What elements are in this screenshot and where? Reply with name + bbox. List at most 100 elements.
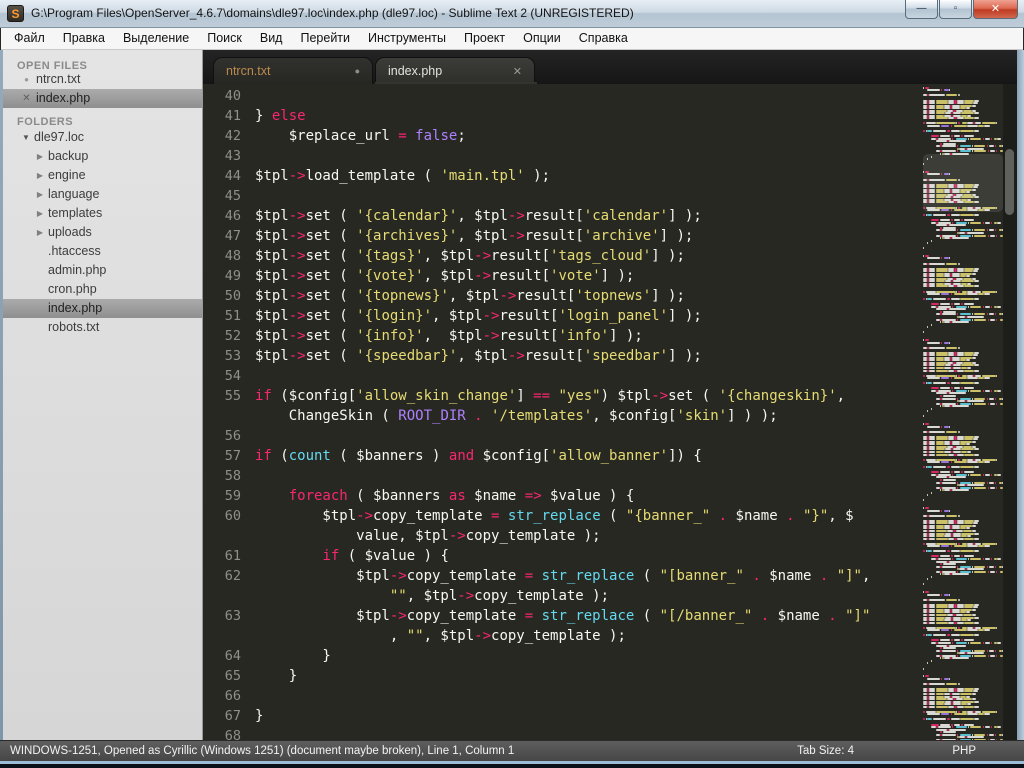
minimap-viewport[interactable]	[923, 154, 1003, 212]
code-row: 62 $tpl->copy_template = str_replace ( "…	[203, 566, 923, 586]
window-title: G:\Program Files\OpenServer_4.6.7\domain…	[31, 6, 634, 20]
tree-item-label: engine	[48, 168, 86, 182]
tree-item-label: templates	[48, 206, 103, 220]
line-number: 64	[224, 648, 241, 664]
open-file-item[interactable]: ● ntrcn.txt	[3, 70, 202, 89]
title-bar[interactable]: S G:\Program Files\OpenServer_4.6.7\doma…	[0, 0, 1024, 28]
syntax-indicator[interactable]: PHP	[952, 741, 976, 762]
code-row: 52 $tpl->set ( '{info}', $tpl->result['in…	[203, 326, 923, 346]
code-row: 59 foreach ( $banners as $name => $value…	[203, 486, 923, 506]
menu-item[interactable]: Перейти	[291, 28, 359, 49]
code-row: ChangeSkin ( ROOT_DIR . '/templates', $c…	[203, 406, 923, 426]
line-number: 51	[224, 308, 241, 324]
code-text: $tpl->set ( '{speedbar}', $tpl->result['…	[255, 348, 702, 364]
tree-item[interactable]: admin.php	[3, 261, 202, 280]
window-controls: — ▫ ✕	[904, 0, 1018, 19]
line-number: 41	[224, 108, 241, 124]
close-button[interactable]: ✕	[973, 0, 1018, 19]
menu-item[interactable]: Поиск	[198, 28, 251, 49]
tree-item[interactable]: ▶ templates	[3, 204, 202, 223]
chevron-right-icon[interactable]: ▶	[34, 166, 46, 185]
line-number: 45	[224, 188, 241, 204]
code-text: $tpl->set ( '{topnews}', $tpl->result['t…	[255, 288, 685, 304]
code-row: 49 $tpl->set ( '{vote}', $tpl->result['vo…	[203, 266, 923, 286]
line-number: 68	[224, 728, 241, 740]
line-number: 48	[224, 248, 241, 264]
chevron-down-icon[interactable]: ▼	[20, 128, 32, 147]
code-row: 45	[203, 186, 923, 206]
code-text: }	[255, 708, 264, 724]
code-row: value, $tpl->copy_template );	[203, 526, 923, 546]
line-number: 52	[224, 328, 241, 344]
line-number: 50	[224, 288, 241, 304]
menu-item[interactable]: Правка	[54, 28, 114, 49]
code-row: 66	[203, 686, 923, 706]
code-text: $tpl->load_template ( 'main.tpl' );	[255, 168, 551, 184]
tab-bar: ntrcn.txt ● index.php ✕	[203, 50, 1017, 84]
code-text: ChangeSkin ( ROOT_DIR . '/templates', $c…	[255, 408, 778, 424]
tree-item-label: cron.php	[48, 282, 97, 296]
chevron-right-icon[interactable]: ▶	[34, 204, 46, 223]
tab-index.php[interactable]: index.php ✕	[375, 57, 535, 84]
line-number	[203, 586, 241, 606]
code-text: , "", $tpl->copy_template );	[255, 628, 626, 644]
code-row: 48 $tpl->set ( '{tags}', $tpl->result['ta…	[203, 246, 923, 266]
line-number: 66	[224, 688, 241, 704]
line-number: 42	[224, 128, 241, 144]
tree-item[interactable]: .htaccess	[3, 242, 202, 261]
tree-item-label: backup	[48, 149, 89, 163]
modified-dot-icon: ●	[354, 66, 360, 76]
code-editor-surface[interactable]: 40 41} else 42 $replace_url = false; 43 44 $t…	[203, 84, 923, 740]
close-icon[interactable]: ✕	[513, 65, 522, 78]
code-row: 55 if ($config['allow_skin_change'] == "y…	[203, 386, 923, 406]
code-row: 56	[203, 426, 923, 446]
chevron-right-icon[interactable]: ▶	[34, 185, 46, 204]
minimap-line	[923, 642, 1003, 645]
line-number: 61	[224, 548, 241, 564]
sublime-text-window: S G:\Program Files\OpenServer_4.6.7\doma…	[0, 0, 1024, 768]
chevron-right-icon[interactable]: ▶	[34, 223, 46, 242]
line-number: 60	[224, 508, 241, 524]
code-row: 67}	[203, 706, 923, 726]
menu-item[interactable]: Вид	[251, 28, 292, 49]
tree-item[interactable]: robots.txt	[3, 318, 202, 337]
code-text: $tpl->set ( '{login}', $tpl->result['log…	[255, 308, 702, 324]
line-number: 58	[224, 468, 241, 484]
tree-item[interactable]: ▼ dle97.loc	[3, 128, 202, 147]
tree-item[interactable]: ▶ engine	[3, 166, 202, 185]
code-row: "", $tpl->copy_template );	[203, 586, 923, 606]
tree-item[interactable]: ▶ uploads	[3, 223, 202, 242]
code-row: 68	[203, 726, 923, 740]
menu-item[interactable]: Справка	[570, 28, 637, 49]
code-text: "", $tpl->copy_template );	[389, 588, 610, 604]
minimap-line	[923, 726, 1003, 729]
line-number: 44	[224, 168, 241, 184]
line-number: 47	[224, 228, 241, 244]
menu-item[interactable]: Инструменты	[359, 28, 455, 49]
code-text: value, $tpl->copy_template );	[255, 528, 601, 544]
code-text: foreach ( $banners as $name => $value ) …	[288, 488, 635, 504]
line-number: 46	[224, 208, 241, 224]
vertical-scrollbar[interactable]	[1003, 84, 1017, 740]
tree-item[interactable]: index.php	[3, 299, 202, 318]
tab-ntrcn.txt[interactable]: ntrcn.txt ●	[213, 57, 373, 84]
close-icon[interactable]: ✕	[20, 89, 33, 108]
tab-size-indicator[interactable]: Tab Size: 4	[797, 741, 854, 762]
tree-item-label: index.php	[48, 301, 103, 315]
menu-item[interactable]: Файл	[5, 28, 54, 49]
menu-item[interactable]: Опции	[514, 28, 570, 49]
menu-item[interactable]: Выделение	[114, 28, 198, 49]
code-row: 41} else	[203, 106, 923, 126]
code-text: $tpl->set ( '{calendar}', $tpl->result['…	[255, 208, 702, 224]
code-row: 53 $tpl->set ( '{speedbar}', $tpl->result…	[203, 346, 923, 366]
minimap[interactable]	[923, 84, 1003, 740]
open-file-item[interactable]: ✕ index.php	[3, 89, 202, 108]
menu-item[interactable]: Проект	[455, 28, 514, 49]
tree-item[interactable]: ▶ language	[3, 185, 202, 204]
chevron-right-icon[interactable]: ▶	[34, 147, 46, 166]
scrollbar-thumb[interactable]	[1005, 149, 1014, 215]
tree-item[interactable]: cron.php	[3, 280, 202, 299]
tree-item[interactable]: ▶ backup	[3, 147, 202, 166]
maximize-button[interactable]: ▫	[939, 0, 972, 19]
minimize-button[interactable]: —	[905, 0, 938, 19]
